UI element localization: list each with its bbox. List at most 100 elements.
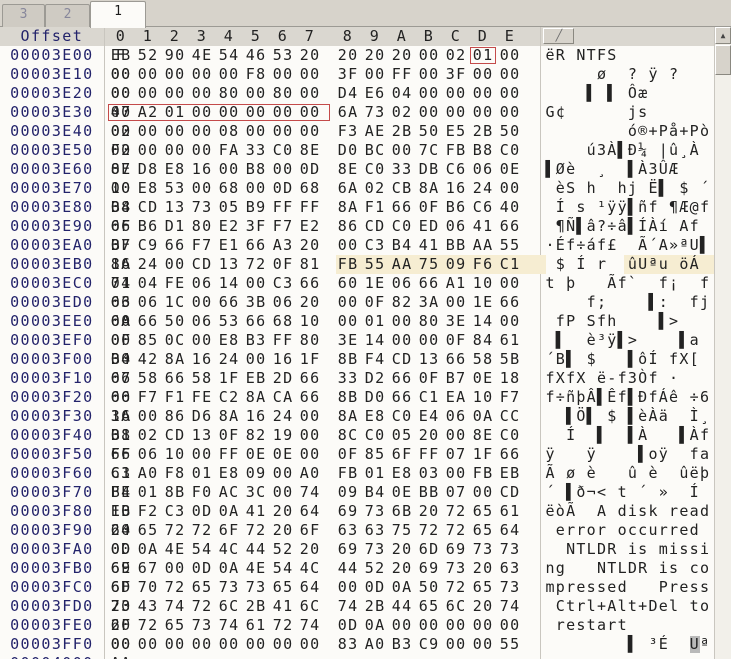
text-char[interactable]	[679, 84, 689, 103]
hex-byte[interactable]: 53	[219, 312, 246, 331]
hex-byte[interactable]: 00	[446, 84, 473, 103]
text-char[interactable]: ó	[628, 122, 638, 141]
text-char[interactable]: ä	[659, 407, 669, 426]
text-char[interactable]: Æ	[679, 198, 689, 217]
hex-byte[interactable]: 0F	[111, 217, 138, 236]
text-char[interactable]: ¼	[638, 141, 648, 160]
text-char[interactable]	[638, 293, 648, 312]
text-char[interactable]: ÷	[556, 388, 566, 407]
text-char[interactable]	[556, 426, 566, 445]
text-char[interactable]: n	[545, 559, 555, 578]
text-char[interactable]: g	[556, 559, 566, 578]
hex-byte[interactable]: 0D	[365, 578, 392, 597]
text-char[interactable]	[545, 84, 555, 103]
text-char[interactable]	[679, 369, 689, 388]
text-char[interactable]	[618, 350, 628, 369]
text-char[interactable]	[659, 502, 669, 521]
text-char[interactable]	[638, 635, 648, 654]
text-char[interactable]	[556, 122, 566, 141]
text-char[interactable]	[607, 179, 617, 198]
text-char[interactable]	[628, 445, 638, 464]
hex-byte[interactable]: 52	[273, 540, 300, 559]
text-char[interactable]: l	[669, 597, 679, 616]
hex-byte[interactable]: C0	[500, 426, 527, 445]
hex-byte[interactable]: BC	[365, 141, 392, 160]
text-char[interactable]: ñ	[566, 388, 576, 407]
text-char[interactable]	[556, 540, 566, 559]
hex-byte[interactable]: 0E	[273, 445, 300, 464]
hex-byte[interactable]: 0F	[338, 445, 365, 464]
hex-byte[interactable]: B7	[111, 236, 138, 255]
text-char[interactable]: r	[597, 521, 607, 540]
hex-byte[interactable]: 72	[419, 521, 446, 540]
text-char[interactable]	[566, 198, 576, 217]
text-char[interactable]: j	[628, 103, 638, 122]
text-char[interactable]	[587, 369, 597, 388]
text-char[interactable]: >	[628, 331, 638, 350]
text-char[interactable]: â	[618, 217, 628, 236]
text-char[interactable]	[597, 274, 607, 293]
hex-byte[interactable]: 0D	[192, 559, 219, 578]
text-char[interactable]: À	[690, 141, 700, 160]
hex-byte[interactable]: 07	[446, 483, 473, 502]
text-char[interactable]	[679, 293, 689, 312]
text-char[interactable]: F	[597, 46, 607, 65]
hex-byte[interactable]: 08	[111, 198, 138, 217]
hex-byte[interactable]: C2	[219, 388, 246, 407]
text-char[interactable]	[587, 198, 597, 217]
hex-byte[interactable]: 1A	[111, 407, 138, 426]
text-char[interactable]: ▌	[545, 160, 555, 179]
hex-byte[interactable]: 69	[446, 540, 473, 559]
text-char[interactable]	[576, 502, 586, 521]
text-char[interactable]	[679, 559, 689, 578]
hex-byte[interactable]: EB	[500, 464, 527, 483]
hex-byte[interactable]: E8	[365, 407, 392, 426]
hex-byte[interactable]: 00	[165, 559, 192, 578]
text-char[interactable]: r	[556, 616, 566, 635]
text-char[interactable]	[556, 635, 566, 654]
text-char[interactable]: +	[648, 122, 658, 141]
text-char[interactable]: s	[576, 198, 586, 217]
text-char[interactable]: Ø	[556, 160, 566, 179]
text-char[interactable]	[648, 103, 658, 122]
hex-byte[interactable]: 53	[273, 46, 300, 65]
text-char[interactable]: o	[648, 445, 658, 464]
hex-byte[interactable]: 0A	[392, 578, 419, 597]
hex-byte[interactable]: 73	[365, 540, 392, 559]
hex-byte[interactable]: B9	[246, 198, 273, 217]
hex-byte[interactable]: 1F	[219, 369, 246, 388]
text-char[interactable]: r	[576, 521, 586, 540]
text-char[interactable]: s	[679, 540, 689, 559]
hex-byte[interactable]: 13	[192, 426, 219, 445]
hex-byte[interactable]: 00	[165, 65, 192, 84]
hex-byte[interactable]: E8	[392, 464, 419, 483]
hex-byte[interactable]: 03	[111, 293, 138, 312]
text-char[interactable]	[618, 293, 628, 312]
text-char[interactable]: t	[587, 616, 597, 635]
text-char[interactable]	[648, 559, 658, 578]
text-char[interactable]	[545, 616, 555, 635]
hex-byte[interactable]: FB	[473, 464, 500, 483]
hex-byte[interactable]: 20	[473, 559, 500, 578]
hex-byte[interactable]: 80	[219, 84, 246, 103]
text-char[interactable]: ?	[628, 65, 638, 84]
hex-byte[interactable]: 54	[273, 559, 300, 578]
text-char[interactable]	[669, 635, 679, 654]
text-char[interactable]	[659, 369, 669, 388]
hex-byte[interactable]: B3	[392, 635, 419, 654]
text-char[interactable]: r	[669, 521, 679, 540]
text-char[interactable]	[587, 635, 597, 654]
text-char[interactable]: `	[628, 274, 638, 293]
text-char[interactable]: A	[597, 502, 607, 521]
text-char[interactable]: :	[659, 293, 669, 312]
text-char[interactable]	[618, 255, 628, 274]
text-char[interactable]	[618, 540, 628, 559]
text-char[interactable]	[607, 160, 617, 179]
hex-byte[interactable]: 00	[338, 578, 365, 597]
text-char[interactable]	[556, 407, 566, 426]
text-char[interactable]	[700, 350, 710, 369]
hex-byte[interactable]: 1F	[473, 445, 500, 464]
text-char[interactable]: Í	[566, 426, 576, 445]
hex-byte[interactable]: 00	[392, 331, 419, 350]
text-char[interactable]	[566, 255, 576, 274]
